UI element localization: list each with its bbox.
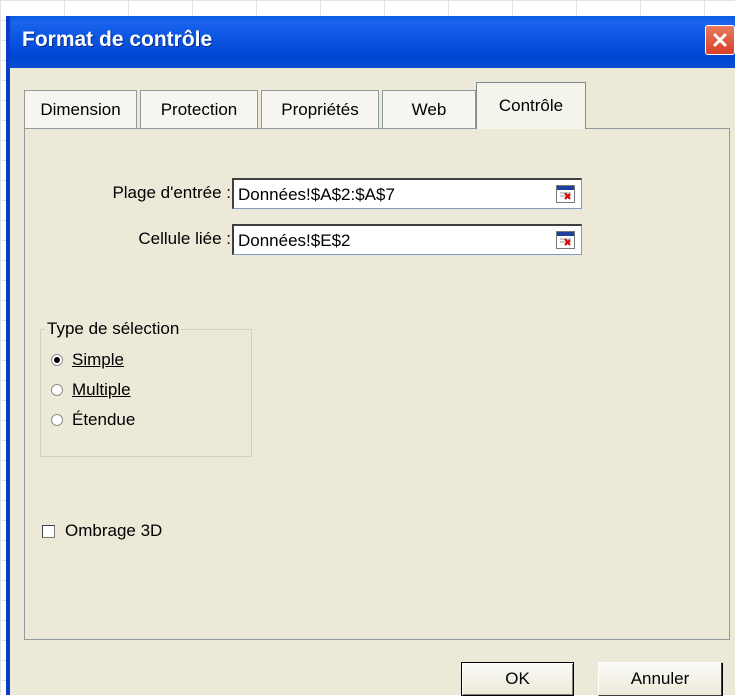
- shading-3d-label: Ombrage 3D: [65, 521, 163, 540]
- ok-button[interactable]: OK: [461, 662, 574, 696]
- range-picker-icon[interactable]: [556, 185, 575, 203]
- linked-cell-field[interactable]: Données!$E$2: [232, 224, 582, 255]
- dialog-title: Format de contrôle: [22, 28, 213, 51]
- format-control-dialog: Format de contrôle Dimension Protection …: [6, 16, 735, 696]
- input-range-field[interactable]: Données!$A$2:$A$7: [232, 178, 582, 209]
- tab-dimension[interactable]: Dimension: [24, 90, 137, 128]
- tab-web[interactable]: Web: [382, 90, 476, 128]
- tab-protection[interactable]: Protection: [140, 90, 258, 128]
- cancel-label: Annuler: [630, 669, 690, 688]
- selection-type-group: Type de sélection Simple Multiple Étendu…: [40, 319, 252, 457]
- radio-extended[interactable]: Étendue: [51, 410, 135, 430]
- tab-label: Dimension: [40, 99, 121, 119]
- tab-label: Propriétés: [281, 99, 359, 119]
- close-icon: [713, 33, 727, 47]
- radio-simple[interactable]: Simple: [51, 350, 124, 370]
- shading-3d-checkbox[interactable]: [42, 524, 55, 538]
- linked-cell-label: Cellule liée :: [138, 229, 231, 248]
- radio-button-selected[interactable]: [51, 354, 63, 366]
- linked-cell-value: Données!$E$2: [238, 231, 351, 250]
- tab-control[interactable]: Contrôle: [476, 82, 586, 129]
- radio-label: Étendue: [72, 410, 136, 429]
- input-range-label: Plage d'entrée :: [112, 183, 231, 202]
- radio-button[interactable]: [51, 414, 63, 426]
- tab-label: Web: [411, 99, 447, 119]
- close-button[interactable]: [705, 25, 735, 55]
- tab-label: Contrôle: [498, 96, 564, 115]
- radio-button[interactable]: [51, 384, 63, 396]
- radio-label: Multiple: [72, 380, 131, 399]
- range-picker-icon[interactable]: [556, 231, 575, 249]
- tab-properties[interactable]: Propriétés: [261, 90, 379, 128]
- ok-label: OK: [505, 669, 530, 688]
- title-bar[interactable]: Format de contrôle: [10, 16, 735, 68]
- selection-type-legend: Type de sélection: [45, 319, 182, 339]
- shading-3d-option[interactable]: Ombrage 3D: [42, 521, 162, 541]
- cancel-button[interactable]: Annuler: [598, 662, 722, 696]
- input-range-value: Données!$A$2:$A$7: [238, 185, 395, 204]
- radio-label: Simple: [72, 350, 124, 369]
- radio-multiple[interactable]: Multiple: [51, 380, 131, 400]
- tab-label: Protection: [160, 99, 238, 119]
